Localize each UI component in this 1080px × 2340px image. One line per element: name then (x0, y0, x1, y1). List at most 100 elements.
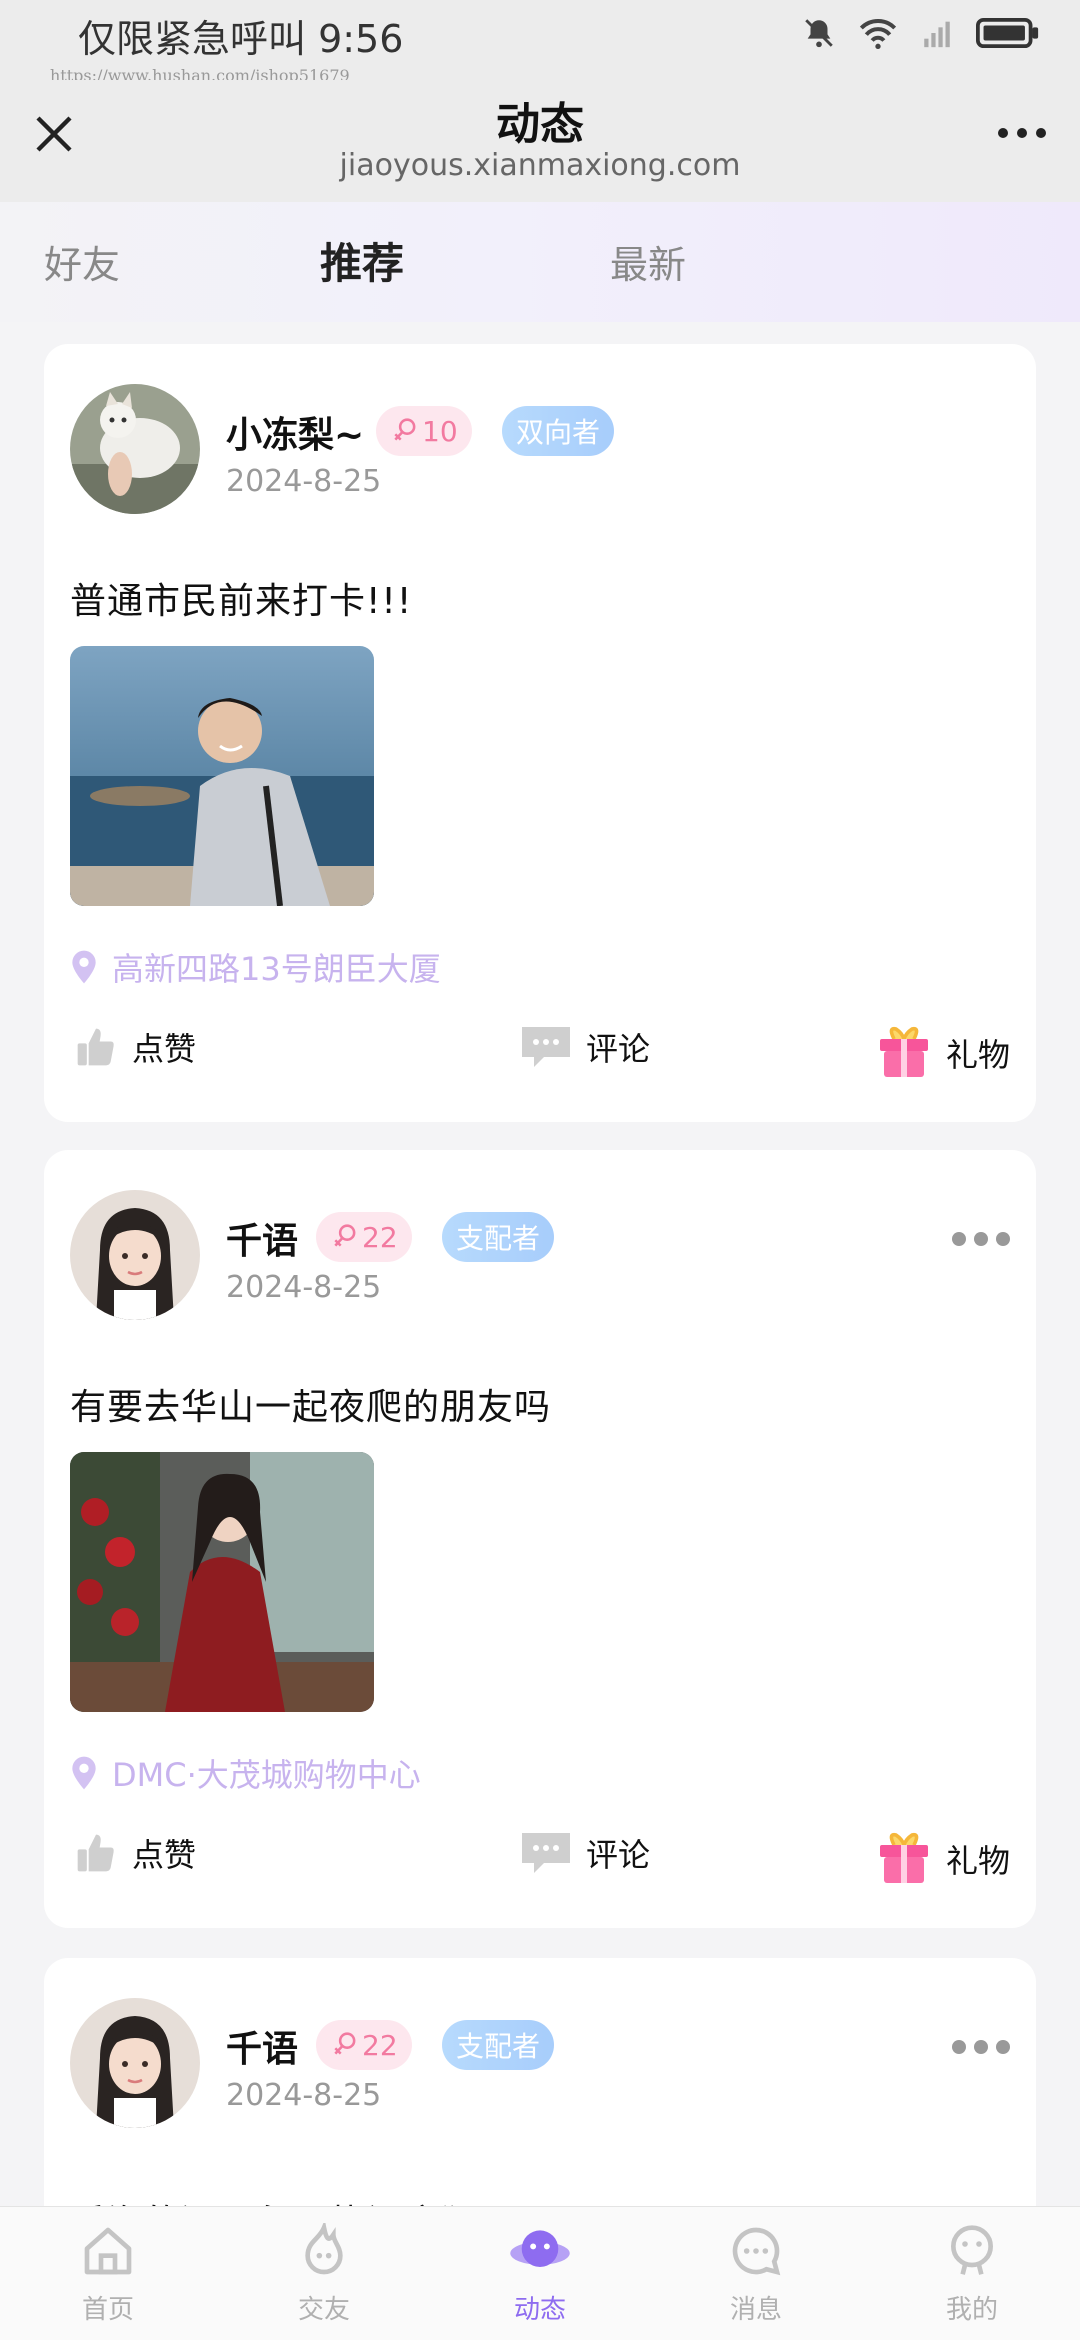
message-icon (732, 2227, 781, 2276)
profile-icon (951, 2225, 993, 2275)
post-actions: 点赞 评论 礼物 (70, 1830, 1010, 1890)
dot (998, 128, 1008, 138)
signal-icon (924, 21, 950, 48)
dot (952, 1232, 966, 1246)
dot (974, 1232, 988, 1246)
comment-label: 评论 (586, 1836, 651, 1874)
post-image[interactable] (70, 646, 374, 906)
level-value: 22 (362, 2028, 398, 2062)
gift-label: 礼物 (945, 1842, 1010, 1880)
bottom-tab-label: 动态 (513, 2295, 566, 2325)
female-symbol-icon (394, 418, 416, 441)
bottom-tab-profile[interactable]: 我的 (912, 2223, 1032, 2326)
battery-icon (976, 17, 1039, 49)
avatar-cat-image (70, 384, 200, 514)
like-button[interactable]: 点赞 (74, 1024, 196, 1070)
level-badge: 22 (316, 2020, 412, 2070)
location-label: DMC·大茂城购物中心 (112, 1756, 421, 1794)
level-value: 22 (362, 1220, 398, 1254)
female-symbol-icon (334, 1224, 356, 1247)
avatar-girl-image (70, 1998, 200, 2128)
bottom-tab-bar: 首页 交友 动态 消息 我的 (0, 2206, 1080, 2340)
post-actions: 点赞 评论 礼物 (70, 1024, 1010, 1084)
status-bar: 仅限紧急呼叫 9:56 https://www.hushan.com/ishop… (0, 0, 1080, 85)
avatar-girl-image (70, 1190, 200, 1320)
post-date: 2024-8-25 (226, 1270, 382, 1305)
bottom-tab-friends[interactable]: 交友 (264, 2219, 384, 2326)
page-title: 动态 (496, 99, 584, 150)
more-options-button[interactable] (998, 128, 1046, 138)
dot (952, 2040, 966, 2054)
username[interactable]: 千语 (226, 1212, 298, 1264)
post-content: 有要去华山一起夜爬的朋友吗 (70, 1387, 552, 1428)
post-location[interactable]: 高新四路13号朗臣大厦 (70, 944, 441, 990)
wifi-icon (859, 19, 897, 49)
status-text: 仅限紧急呼叫 9:56 (78, 17, 404, 61)
bottom-tab-label: 我的 (945, 2295, 998, 2325)
avatar[interactable] (70, 1998, 200, 2128)
bell-muted-icon (805, 19, 833, 48)
bottom-tab-home[interactable]: 首页 (48, 2223, 168, 2326)
bottom-tab-feed[interactable]: 动态 (480, 2223, 600, 2326)
status-icons (802, 16, 1040, 50)
tab-friends[interactable]: 好友 (44, 234, 120, 289)
level-badge: 22 (316, 1212, 412, 1262)
dot (996, 2040, 1010, 2054)
location-pin-icon (72, 950, 96, 984)
dot (1017, 128, 1027, 138)
gift-icon (879, 1832, 928, 1883)
post-location[interactable]: DMC·大茂城购物中心 (70, 1750, 421, 1796)
thumbs-up-icon (77, 1028, 114, 1066)
page-domain: jiaoyous.xianmaxiong.com (339, 148, 741, 183)
thumbs-up-icon (77, 1834, 114, 1872)
post-image[interactable] (70, 1452, 374, 1712)
photo-woman-red-dress (70, 1452, 374, 1712)
post-date: 2024-8-25 (226, 464, 382, 499)
post-content: 普通市民前来打卡!!! (70, 581, 413, 622)
post-more-button[interactable] (952, 1232, 1010, 1246)
username[interactable]: 千语 (226, 2020, 298, 2072)
location-label: 高新四路13号朗臣大厦 (112, 950, 441, 988)
post-date: 2024-8-25 (226, 2078, 382, 2113)
female-symbol-icon (334, 2032, 356, 2055)
flame-icon (305, 2219, 343, 2275)
gift-button[interactable]: 礼物 (876, 1024, 1010, 1082)
top-nav-bar: 动态 jiaoyous.xianmaxiong.com (0, 80, 1080, 202)
comment-label: 评论 (586, 1030, 651, 1068)
username[interactable]: 小冻梨~ (226, 406, 364, 458)
comment-icon (522, 1027, 570, 1067)
like-button[interactable]: 点赞 (74, 1830, 196, 1876)
gift-button[interactable]: 礼物 (876, 1830, 1010, 1888)
post-card[interactable]: 千语 22 支配者 2024-8-25 有要去华山一起夜爬的朋友吗 DMC·大茂… (44, 1150, 1036, 1928)
post-card[interactable]: 小冻梨~ 10 双向者 2024-8-25 普通市民前来打卡!!! 高新四路13… (44, 344, 1036, 1122)
like-label: 点赞 (132, 1836, 197, 1874)
dot (996, 1232, 1010, 1246)
role-badge: 双向者 (502, 406, 615, 456)
home-icon (84, 2227, 132, 2275)
level-value: 10 (422, 414, 458, 448)
planet-icon (510, 2230, 570, 2267)
avatar[interactable] (70, 1190, 200, 1320)
gift-label: 礼物 (945, 1036, 1010, 1074)
photo-man-at-lake (70, 646, 374, 906)
like-label: 点赞 (132, 1030, 197, 1068)
gift-icon (879, 1026, 928, 1077)
dot (974, 2040, 988, 2054)
comment-button[interactable]: 评论 (520, 1830, 650, 1876)
tab-recommend[interactable]: 推荐 (320, 230, 404, 291)
bottom-tab-label: 首页 (81, 2295, 134, 2325)
comment-button[interactable]: 评论 (520, 1024, 650, 1070)
avatar[interactable] (70, 384, 200, 514)
feed-tabs: 好友 推荐 最新 (0, 202, 1080, 322)
bottom-tab-label: 消息 (729, 2295, 782, 2325)
post-more-button[interactable] (952, 2040, 1010, 2054)
comment-icon (522, 1833, 570, 1873)
level-badge: 10 (376, 406, 472, 456)
role-badge: 支配者 (442, 1212, 555, 1262)
role-badge: 支配者 (442, 2020, 555, 2070)
dot (1036, 128, 1046, 138)
location-pin-icon (72, 1756, 96, 1790)
bottom-tab-label: 交友 (297, 2295, 350, 2325)
tab-latest[interactable]: 最新 (610, 234, 686, 289)
bottom-tab-messages[interactable]: 消息 (696, 2223, 816, 2326)
